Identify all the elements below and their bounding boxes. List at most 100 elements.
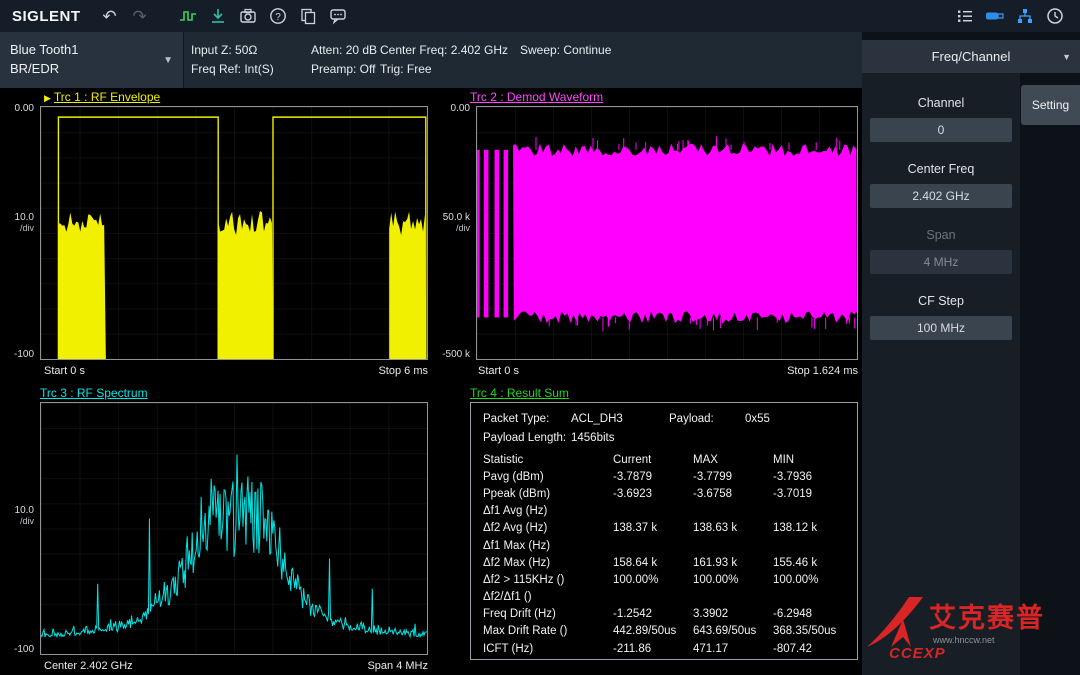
demod-waveform-plot [476,106,858,360]
status-field-sweep: Sweep: Continue [520,41,611,60]
sidebar-item-channel-label: Channel [862,96,1020,110]
rf-spectrum-trace [41,403,427,654]
menu-title: Freq/Channel [932,49,1011,64]
screenshot-button[interactable] [233,0,263,32]
table-cell: 100.00% [773,574,857,586]
trc2-y-div: 50.0 k [438,212,470,223]
menu-list-icon [955,6,975,26]
result-summary-panel: Packet Type: ACL_DH3 Payload: 0x55 Paylo… [470,402,858,660]
trace2-title-text: Trc 2 : Demod Waveform [470,90,603,104]
undo-button[interactable]: ↶ [95,0,125,32]
mode-name: Blue Tooth1 [10,40,173,59]
table-cell: -3.7879 [613,471,693,483]
status-sweep: Sweep: Continue [520,41,611,60]
history-button[interactable] [1040,0,1070,32]
usb-icon [984,6,1006,26]
table-cell: 3.3902 [693,608,773,620]
sidebar-item-span-value: 4 MHz [870,250,1012,274]
col-statistic: Statistic [483,454,613,466]
copy-button[interactable] [293,0,323,32]
chevron-down-icon: ▼ [163,55,173,66]
watermark-url-text: www.hnccw.net [933,635,995,645]
trace4-title-text: Trc 4 : Result Sum [470,386,569,400]
rf-envelope-trace [41,107,427,359]
trace1-title[interactable]: ▶Trc 1 : RF Envelope [44,90,160,104]
table-cell: -3.7936 [773,471,857,483]
trace3-title[interactable]: Trc 3 : RF Spectrum [40,386,148,400]
menu-list-button[interactable] [950,0,980,32]
trace1-title-text: Trc 1 : RF Envelope [54,90,160,104]
measure-mode-dropdown[interactable]: Blue Tooth1 BR/EDR ▼ [0,32,184,88]
message-button[interactable] [323,0,353,32]
tab-setting[interactable]: Setting [1021,85,1080,125]
trc2-y-top: 0.00 [438,103,470,114]
copy-icon [298,6,318,26]
menu-title-dropdown[interactable]: Freq/Channel ▼ [862,40,1080,73]
trc2-x-start: Start 0 s [478,365,519,377]
redo-icon: ↷ [132,8,146,25]
sidebar-item-centerfreq-label: Center Freq [862,162,1020,176]
table-cell: -1.2542 [613,608,693,620]
table-row: Δf1 Avg (Hz) [471,503,857,520]
sidebar-item-cfstep-value[interactable]: 100 MHz [870,316,1012,340]
svg-text:?: ? [275,12,281,23]
result-table-rows: Pavg (dBm)-3.7879-3.7799-3.7936Ppeak (dB… [471,468,857,657]
status-input-z: Input Z: 50Ω [191,41,274,60]
trace2-title[interactable]: Trc 2 : Demod Waveform [470,90,603,104]
table-cell: 161.93 k [693,557,773,569]
trc1-y-div: 10.0 [2,212,34,223]
table-row: ICFT (Hz)-211.86471.17-807.42 [471,640,857,657]
trace3-title-text: Trc 3 : RF Spectrum [40,386,148,400]
load-icon [208,6,228,26]
help-button[interactable]: ? [263,0,293,32]
tab-setting-label: Setting [1032,98,1069,112]
table-row: Δf1 Max (Hz) [471,537,857,554]
watermark-cn-text: 艾克赛普 [929,596,1045,635]
accexp-logo-icon [865,593,929,653]
table-cell: Freq Drift (Hz) [483,608,613,620]
table-row: Ppeak (dBm)-3.6923-3.6758-3.7019 [471,485,857,502]
brand-logo: SIGLENT [0,8,95,25]
trc1-y-top: 0.00 [2,103,34,114]
status-field-input: Input Z: 50Ω Freq Ref: Int(S) [191,41,274,79]
table-cell: -807.42 [773,643,857,655]
status-freq-ref: Freq Ref: Int(S) [191,60,274,79]
rf-spectrum-plot [40,402,428,655]
trc3-y-div-unit: /div [2,516,34,526]
table-cell: 643.69/50us [693,625,773,637]
load-button[interactable] [203,0,233,32]
trace4-title[interactable]: Trc 4 : Result Sum [470,386,569,400]
table-cell: 100.00% [693,574,773,586]
status-preamp: Preamp: Off [311,60,377,79]
status-field-center: Center Freq: 2.402 GHz Trig: Free [380,41,508,79]
trc2-x-stop: Stop 1.624 ms [748,365,858,377]
lan-status-button[interactable] [1010,0,1040,32]
table-cell: Ppeak (dBm) [483,488,613,500]
trace-marker-icon: ▶ [44,93,51,104]
trc2-y-bottom: -500 k [438,349,470,360]
trc3-x-span: Span 4 MHz [338,660,428,672]
sidebar-item-centerfreq-value[interactable]: 2.402 GHz [870,184,1012,208]
usb-status-button[interactable] [980,0,1010,32]
table-cell: 442.89/50us [613,625,693,637]
table-cell: -211.86 [613,643,693,655]
sidebar-menu: Freq/Channel ▼ Setting Channel 0 Center … [862,32,1080,675]
table-cell: Δf2 Max (Hz) [483,557,613,569]
top-toolbar: SIGLENT ↶ ↷ ? [0,0,1080,32]
redo-button[interactable]: ↷ [125,0,155,32]
table-cell: 138.12 k [773,522,857,534]
table-row: Freq Drift (Hz)-1.25423.3902-6.2948 [471,606,857,623]
payload-length-value: 1456bits [571,432,669,444]
signal-button[interactable] [173,0,203,32]
sidebar-item-cfstep-label: CF Step [862,294,1020,308]
sidebar-item-channel-value[interactable]: 0 [870,118,1012,142]
table-cell: -3.7019 [773,488,857,500]
trc1-x-stop: Stop 6 ms [338,365,428,377]
chevron-down-icon: ▼ [1062,52,1071,62]
table-cell: 155.46 k [773,557,857,569]
camera-icon [238,6,258,26]
table-row: Δf2 Max (Hz)158.64 k161.93 k155.46 k [471,554,857,571]
table-cell: 138.63 k [693,522,773,534]
col-current: Current [613,454,693,466]
rf-envelope-plot [40,106,428,360]
